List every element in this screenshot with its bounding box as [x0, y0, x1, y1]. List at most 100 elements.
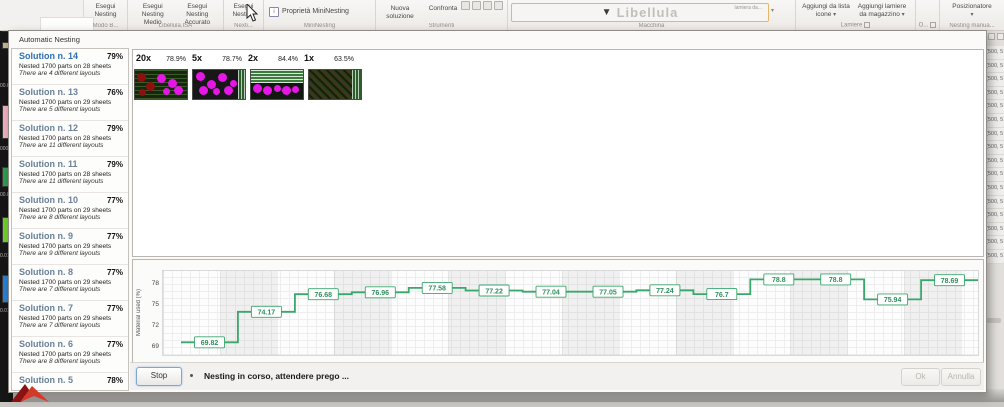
strumenti-mini-icons	[461, 1, 503, 10]
cancel-button[interactable]: Annulla	[941, 368, 981, 386]
solutions-list: Solution n. 1479%Nested 1700 parts on 28…	[11, 48, 129, 391]
group-label-mininesting: MiniNesting	[264, 23, 375, 29]
preview-header: 20x78.9%5x78.7%2x84.4%1x63.5%	[134, 53, 358, 63]
y-axis-tick: 72	[143, 322, 159, 329]
ok-button[interactable]: Ok	[901, 368, 940, 386]
sheet-list-item[interactable]: (500, 5	[986, 46, 1004, 60]
sheet-list-item[interactable]: (500, 5	[986, 236, 1004, 250]
y-axis-tick: 75	[143, 301, 159, 308]
ribbon-group-nexti: Esegui Nesting Nexti...	[224, 0, 264, 30]
group-label-lamiere: Lamiere	[796, 22, 915, 29]
sheet-list-item[interactable]: (500, 5	[986, 128, 1004, 142]
nesting-thumbnail[interactable]	[134, 69, 188, 100]
solution-item[interactable]: Solution n. 877%Nested 1700 parts on 29 …	[12, 265, 128, 301]
confronta-button[interactable]: Confronta	[421, 4, 465, 14]
minimize-icon[interactable]	[988, 33, 995, 40]
svg-text:76.7: 76.7	[715, 292, 729, 299]
proprieta-mininesting-button[interactable]: i Proprietà MiniNesting	[267, 6, 351, 18]
svg-text:78.8: 78.8	[829, 277, 843, 284]
nesting-thumbnail[interactable]	[250, 69, 304, 100]
sheet-list-item[interactable]: (500, 5	[986, 250, 1004, 264]
dialog-statusbar: Stop Nesting in corso, attendere prego .…	[130, 362, 984, 390]
svg-text:77.24: 77.24	[656, 288, 674, 295]
solution-item[interactable]: Solution n. 1077%Nested 1700 parts on 29…	[12, 193, 128, 229]
ribbon-group-strumenti: Nuova soluzione Confronta Strumenti	[376, 0, 508, 30]
sheet-list-item[interactable]: (500, 5	[986, 100, 1004, 114]
sheet-list-item[interactable]: (500, 5	[986, 209, 1004, 223]
status-message: Nesting in corso, attendere prego ...	[204, 371, 349, 381]
libellula-arrow-logo	[10, 382, 50, 407]
chevron-down-icon: ▾	[833, 12, 836, 18]
dialog-launcher-icon[interactable]	[930, 22, 936, 28]
preview-tiles	[134, 69, 362, 100]
svg-text:78.69: 78.69	[941, 278, 959, 285]
chart-ylabel: Material used (%)	[136, 272, 142, 352]
sheet-list-item[interactable]: (500, 5	[986, 223, 1004, 237]
spinner-arrow-icon[interactable]: ▾	[771, 7, 774, 14]
svg-text:76.96: 76.96	[372, 290, 390, 297]
esegui-nesting-button[interactable]: Esegui Nesting	[87, 2, 124, 20]
nesting-thumbnail[interactable]	[308, 69, 362, 100]
libellula-logo-icon: ▼	[602, 8, 612, 18]
copy-icon[interactable]	[461, 1, 470, 10]
solution-item[interactable]: Solution n. 777%Nested 1700 parts on 29 …	[12, 301, 128, 337]
ribbon-left-spacer	[0, 0, 84, 30]
svg-text:78.8: 78.8	[772, 277, 786, 284]
solution-item[interactable]: Solution n. 677%Nested 1700 parts on 29 …	[12, 337, 128, 373]
solution-item[interactable]: Solution n. 977%Nested 1700 parts on 29 …	[12, 229, 128, 265]
solution-item[interactable]: Solution n. 1279%Nested 1700 parts on 28…	[12, 121, 128, 157]
preview-zoom-label: 1x63.5%	[302, 53, 358, 63]
ribbon-group-modo-b: Esegui Nesting Modo B...	[84, 0, 128, 30]
posizionatore-button[interactable]: Posizionatore▾	[943, 2, 1001, 20]
mininesting-icon: i	[269, 7, 279, 17]
sheet-list-item[interactable]: (500, 5	[986, 87, 1004, 101]
sheet-list-item[interactable]: (500, 5	[986, 141, 1004, 155]
step-line-chart: 69.8274.1776.6876.9677.5877.2277.0477.05…	[163, 271, 978, 355]
libellula-logo-text: Libellula	[617, 5, 679, 20]
sheet-list-item[interactable]: (500, 5	[986, 155, 1004, 169]
svg-text:77.22: 77.22	[485, 288, 503, 295]
dialog-launcher-icon[interactable]	[864, 22, 870, 28]
sheet-list-item[interactable]: (500, 5	[986, 196, 1004, 210]
ribbon-group-o: O...	[916, 0, 940, 30]
solution-item[interactable]: Solution n. 1479%Nested 1700 parts on 28…	[12, 49, 128, 85]
sheet-list-item[interactable]: (500, 5	[986, 60, 1004, 74]
chevron-down-icon: ▾	[970, 12, 973, 18]
stop-button[interactable]: Stop	[136, 367, 182, 386]
nesting-thumbnail[interactable]	[192, 69, 246, 100]
group-label-modo-b: Modo B...	[84, 23, 127, 29]
ribbon-group-macchina: ▼ Libellula lamiera da... ▾ Macchina	[508, 0, 796, 30]
sheet-list-item[interactable]: (500, 5	[986, 73, 1004, 87]
export-icon[interactable]	[472, 1, 481, 10]
svg-text:77.58: 77.58	[428, 286, 446, 293]
macchina-note: lamiera da...	[734, 5, 762, 11]
solution-item[interactable]: Solution n. 1179%Nested 1700 parts on 28…	[12, 157, 128, 193]
y-axis-tick: 78	[143, 280, 159, 287]
chevron-down-icon: ▾	[902, 12, 905, 18]
h-scrollbar[interactable]	[987, 318, 1001, 323]
nuova-soluzione-button[interactable]: Nuova soluzione	[379, 4, 421, 22]
sheet-list-item[interactable]: (500, 5	[986, 168, 1004, 182]
svg-text:74.17: 74.17	[258, 310, 276, 317]
sheet-list-item[interactable]: (500, 5	[986, 114, 1004, 128]
y-axis-tick: 69	[143, 343, 159, 350]
ribbon-group-mininesting: i Proprietà MiniNesting MiniNesting	[264, 0, 376, 30]
ribbon-group-lamiere: Aggiungi da lista icone ▾ Aggiungi lamie…	[796, 0, 916, 30]
dialog-title: Automatic Nesting	[19, 35, 80, 44]
group-label-nesting-manuale: Nesting manua...	[940, 23, 1004, 29]
svg-text:69.82: 69.82	[201, 340, 219, 347]
automatic-nesting-dialog: Automatic Nesting Solution n. 1479%Neste…	[8, 30, 987, 393]
sheet-list-item[interactable]: (500, 5	[986, 182, 1004, 196]
ribbon-group-libellula-isa: Esegui Nesting Medio Esegui Nesting Accu…	[128, 0, 224, 30]
group-label-strumenti: Strumenti	[376, 23, 507, 29]
info-icon[interactable]	[483, 1, 492, 10]
save-icon[interactable]	[494, 1, 503, 10]
pin-icon[interactable]	[997, 33, 1004, 40]
aggiungi-lista-icone-button[interactable]: Aggiungi da lista icone ▾	[799, 2, 853, 20]
solution-item[interactable]: Solution n. 1376%Nested 1700 parts on 29…	[12, 85, 128, 121]
macchina-selector[interactable]: ▼ Libellula lamiera da...	[511, 3, 769, 22]
nesting-preview-panel: 20x78.9%5x78.7%2x84.4%1x63.5%	[132, 49, 984, 257]
background-sheet-list-panel: (500, 5(500, 5(500, 5(500, 5(500, 5(500,…	[985, 30, 1004, 402]
aggiungi-lamiere-magazzino-button[interactable]: Aggiungi lamiere da magazzino ▾	[853, 2, 911, 20]
svg-text:76.68: 76.68	[315, 292, 333, 299]
